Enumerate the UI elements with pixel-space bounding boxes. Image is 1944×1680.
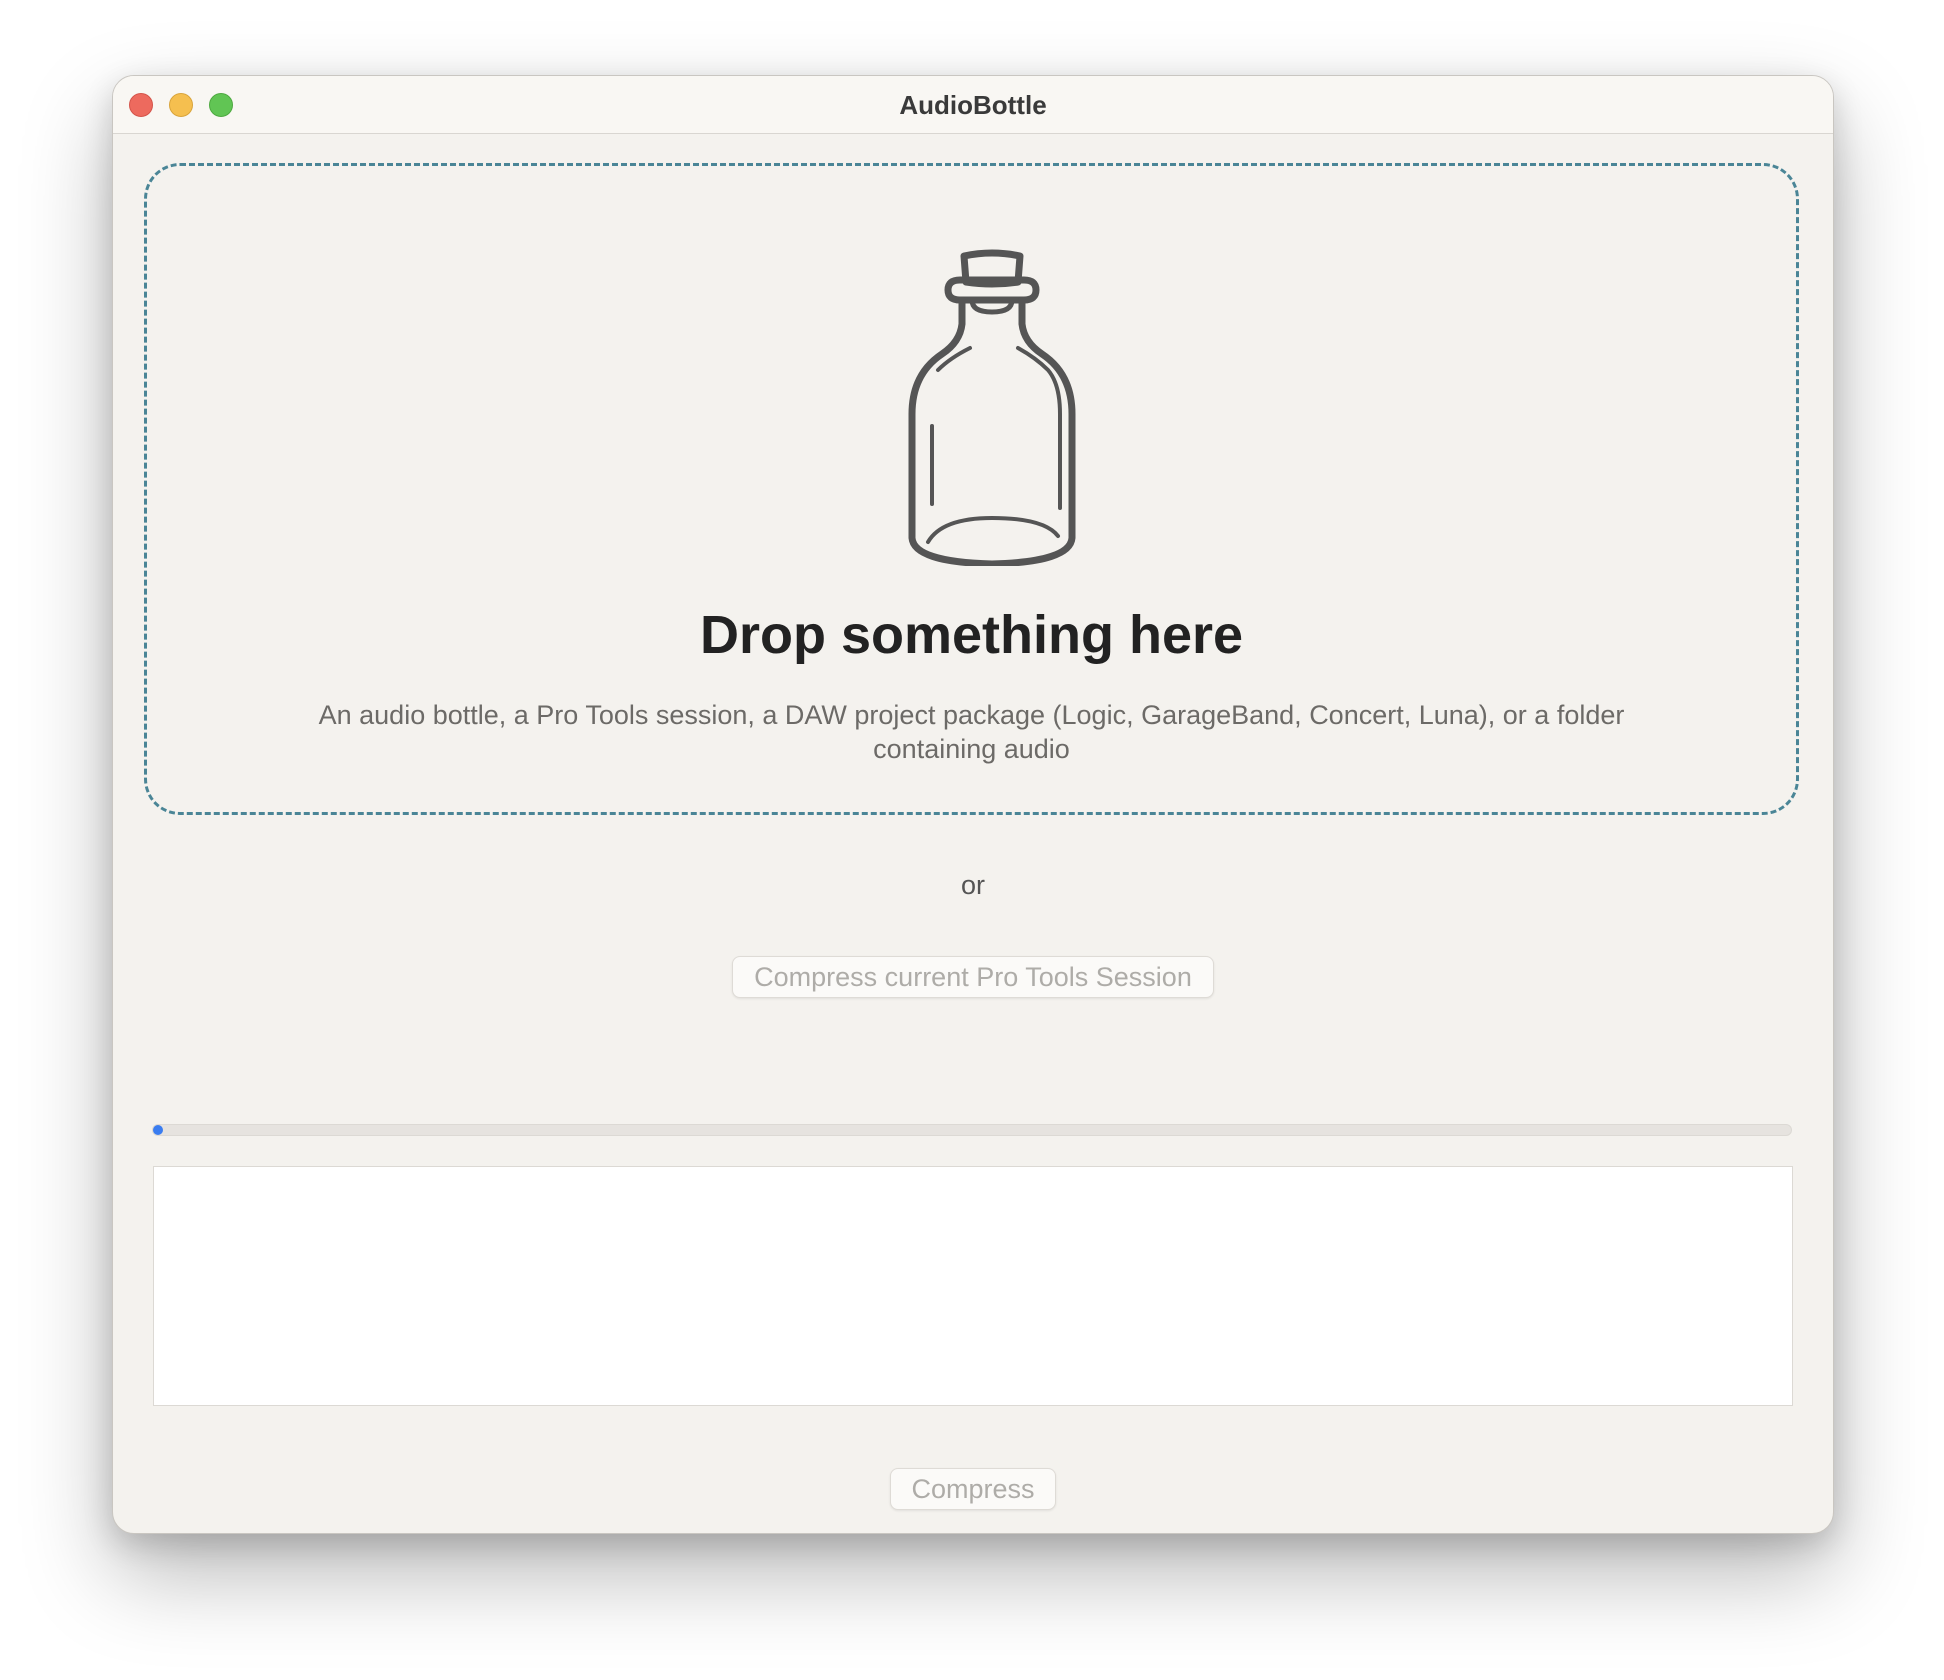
bottle-icon [908, 249, 1076, 566]
app-window: AudioBottle Drop something here An audio… [112, 75, 1834, 1534]
or-separator: or [960, 870, 985, 900]
compress-button[interactable]: Compress [890, 1468, 1056, 1510]
drop-subtitle: An audio bottle, a Pro Tools session, a … [318, 700, 1625, 764]
window-title: AudioBottle [899, 90, 1047, 120]
log-output-area[interactable] [153, 1166, 1793, 1406]
compress-pro-tools-session-button[interactable]: Compress current Pro Tools Session [732, 956, 1214, 998]
title-bar[interactable]: AudioBottle [113, 76, 1833, 134]
drop-title: Drop something here [699, 605, 1244, 665]
progress-bar [152, 1124, 1792, 1136]
progress-fill [153, 1125, 163, 1135]
drop-zone[interactable]: Drop something here An audio bottle, a P… [144, 163, 1799, 815]
